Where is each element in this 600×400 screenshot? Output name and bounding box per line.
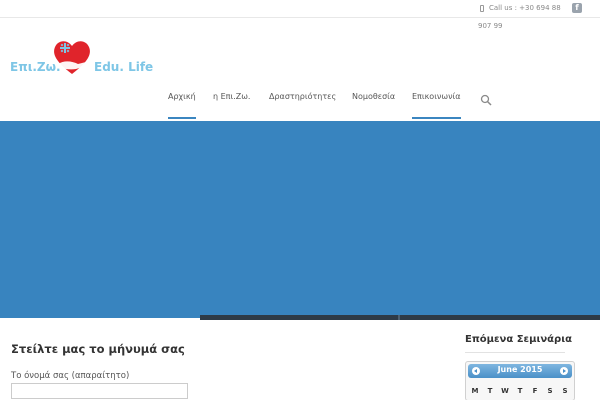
sidebar-divider (465, 352, 565, 353)
weekday-label: S (547, 387, 553, 395)
calendar-next-icon[interactable] (560, 367, 568, 375)
facebook-icon[interactable]: f (572, 3, 582, 13)
hero-slider-divider (398, 315, 400, 320)
nav-item-about[interactable]: η Επι.Ζω. (213, 92, 250, 101)
nav-item-home[interactable]: Αρχική (168, 92, 196, 119)
weekday-label: T (517, 387, 523, 395)
seminar-calendar: June 2015 M T W T F S S (465, 361, 575, 400)
top-bar: Call us : +30 694 88 907 99 f (0, 0, 600, 30)
weekday-label: S (562, 387, 568, 395)
name-field[interactable] (11, 383, 188, 399)
search-icon[interactable] (480, 94, 492, 106)
site-logo[interactable]: Επι.Ζω. Edu. Life (10, 38, 154, 80)
name-field-label: Το όνομά σας (απαραίτητο) (11, 371, 130, 381)
hero-slider-bar (200, 315, 600, 320)
nav-item-contact[interactable]: Επικοινωνία (412, 92, 461, 119)
calendar-month: June 2015 (497, 365, 543, 374)
contact-form-title: Στείλτε μας το μήνυμά σας (11, 342, 185, 356)
calendar-weekdays: M T W T F S S (468, 387, 572, 397)
nav-item-legislation[interactable]: Νομοθεσία (352, 92, 395, 101)
nav-item-activities[interactable]: Δραστηριότητες (269, 92, 336, 101)
weekday-label: M (471, 387, 479, 395)
logo-text-right: Edu. Life (94, 60, 154, 74)
sidebar-title: Επόμενα Σεμινάρια (465, 334, 572, 345)
weekday-label: W (501, 387, 509, 395)
phone-number-line2: 907 99 (478, 22, 503, 30)
calendar-header: June 2015 (468, 364, 572, 378)
mobile-phone-icon (480, 5, 484, 12)
hero-banner (0, 121, 600, 318)
weekday-label: F (532, 387, 538, 395)
weekday-label: T (487, 387, 493, 395)
logo-text-left: Επι.Ζω. (10, 60, 61, 74)
phone-number-line1: Call us : +30 694 88 (489, 4, 561, 12)
